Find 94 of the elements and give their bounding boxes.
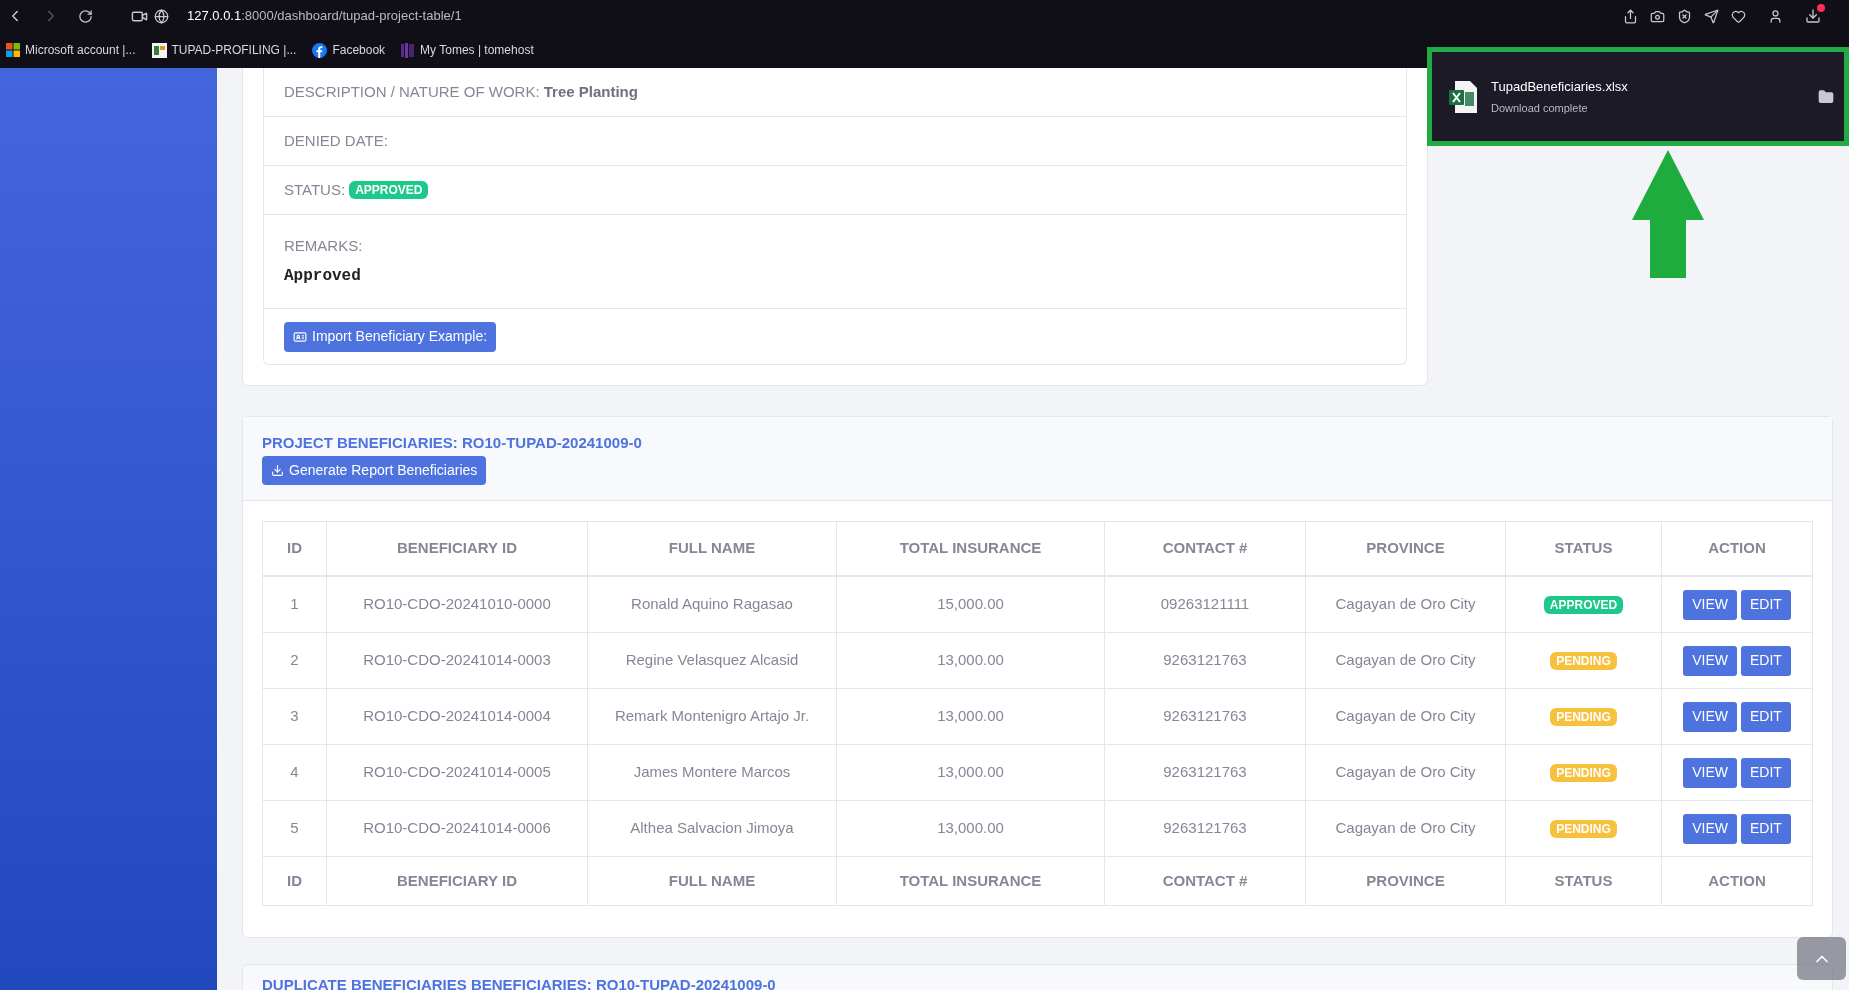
edit-button[interactable]: EDIT — [1740, 645, 1791, 676]
detail-label: REMARKS: — [284, 236, 364, 257]
reload-icon[interactable] — [78, 8, 93, 24]
table-cell-text: Cagayan de Oro City — [1335, 650, 1476, 671]
globe-icon[interactable] — [154, 8, 169, 24]
column-header: PROVINCE — [1366, 870, 1445, 891]
id-card-icon — [293, 329, 307, 344]
send-icon[interactable] — [1704, 8, 1719, 24]
windows-icon — [6, 43, 20, 57]
table-cell-text: 9263121763 — [1163, 818, 1247, 839]
facebook-icon — [312, 42, 328, 58]
table-cell-text: Cagayan de Oro City — [1335, 594, 1476, 615]
table-cell-text: RO10-CDO-20241014-0004 — [363, 706, 551, 727]
bookmark[interactable]: My Tomes | tomehost — [401, 41, 534, 59]
site-logo-icon — [151, 42, 167, 58]
column-header: ACTION — [1708, 870, 1766, 891]
status-badge: PENDING — [1550, 763, 1617, 782]
view-button[interactable]: VIEW — [1683, 645, 1737, 676]
column-header: TOTAL INSURANCE — [899, 870, 1042, 891]
download-filename: TupadBeneficiaries.xlsx — [1491, 77, 1628, 96]
table-cell-text: 13,000.00 — [937, 706, 1004, 727]
column-header: FULL NAME — [668, 870, 756, 891]
table-cell-text: Ronald Aquino Ragasao — [631, 594, 793, 615]
table-cell-text: 9263121763 — [1163, 762, 1247, 783]
import-button[interactable]: Import Beneficiary Example: — [284, 321, 497, 352]
column-header: ID — [287, 870, 302, 891]
download-status: Download complete — [1491, 101, 1589, 116]
edit-button[interactable]: EDIT — [1740, 813, 1791, 844]
column-header: CONTACT # — [1162, 870, 1248, 891]
column-header: FULL NAME — [668, 538, 756, 559]
column-header: STATUS — [1554, 870, 1613, 891]
column-header: BENEFICIARY ID — [397, 870, 517, 891]
spreadsheet-file-icon — [1449, 80, 1477, 113]
bookmark[interactable]: Facebook — [312, 41, 386, 59]
table-cell-text: 13,000.00 — [937, 650, 1004, 671]
edit-button[interactable]: EDIT — [1740, 589, 1791, 620]
section-title: DUPLICATE BENEFICIARIES BENEFICIARIES: RO10-TUPAD-20241009-0 — [262, 976, 776, 990]
column-header: CONTACT # — [1162, 538, 1248, 559]
column-header: BENEFICIARY ID — [397, 538, 517, 559]
table-cell-text: RO10-CDO-20241014-0003 — [363, 650, 551, 671]
column-header: ACTION — [1708, 538, 1766, 559]
detail-label: STATUS: — [284, 179, 346, 200]
table-cell-text: 13,000.00 — [937, 762, 1004, 783]
column-header: TOTAL INSURANCE — [899, 538, 1042, 559]
table-cell-text: 09263121111 — [1160, 594, 1250, 615]
table-cell-text: 4 — [290, 762, 299, 783]
detail-text: DENIED DATE: — [284, 130, 389, 151]
status-badge: PENDING — [1550, 819, 1617, 838]
table-cell-text: 15,000.00 — [937, 594, 1004, 615]
table-cell-text: RO10-CDO-20241010-0000 — [363, 594, 551, 615]
heart-icon[interactable] — [1731, 8, 1746, 24]
profile-icon[interactable] — [1768, 8, 1783, 24]
download-icon — [271, 464, 284, 478]
table-cell-text: 3 — [290, 706, 299, 727]
table-cell-text: Cagayan de Oro City — [1335, 818, 1476, 839]
bookmark[interactable]: Microsoft account |... — [6, 41, 136, 59]
generate-report-button[interactable]: Generate Report Beneficiaries — [262, 456, 487, 486]
table-cell-text: 13,000.00 — [937, 818, 1004, 839]
shield-icon[interactable] — [1677, 8, 1692, 24]
share-icon[interactable] — [1623, 8, 1638, 24]
table-cell-text: James Montere Marcos — [633, 762, 791, 783]
edit-button[interactable]: EDIT — [1740, 757, 1791, 788]
table-cell-text: Remark Montenigro Artajo Jr. — [614, 706, 810, 727]
view-button[interactable]: VIEW — [1683, 757, 1737, 788]
table-cell-text: RO10-CDO-20241014-0006 — [363, 818, 551, 839]
column-header: STATUS — [1554, 538, 1613, 559]
column-header: ID — [287, 538, 302, 559]
status-badge: PENDING — [1550, 707, 1617, 726]
table-cell-text: 1 — [290, 594, 299, 615]
view-button[interactable]: VIEW — [1683, 701, 1737, 732]
download-icon — [1805, 8, 1821, 24]
table-cell-text: 5 — [290, 818, 299, 839]
bookmark[interactable]: TUPAD-PROFILING |... — [151, 41, 297, 59]
status-badge: APPROVED — [349, 181, 429, 199]
edit-button[interactable]: EDIT — [1740, 701, 1791, 732]
view-button[interactable]: VIEW — [1683, 589, 1737, 620]
camera-icon[interactable] — [1650, 8, 1665, 24]
table-cell-text: Cagayan de Oro City — [1335, 762, 1476, 783]
folder-icon[interactable] — [1818, 88, 1834, 105]
column-header: PROVINCE — [1366, 538, 1445, 559]
table-cell-text: 2 — [290, 650, 299, 671]
remarks-text: Approved — [284, 265, 362, 287]
table-cell-text: Cagayan de Oro City — [1335, 706, 1476, 727]
table-cell-text: RO10-CDO-20241014-0005 — [363, 762, 551, 783]
table-cell-text: Althea Salvacion Jimoya — [630, 818, 794, 839]
status-badge: APPROVED — [1543, 595, 1624, 614]
view-button[interactable]: VIEW — [1683, 813, 1737, 844]
status-badge: PENDING — [1550, 651, 1617, 670]
table-cell-text: Regine Velasquez Alcasid — [625, 650, 799, 671]
section-title: PROJECT BENEFICIARIES: RO10-TUPAD-20241009-0 — [262, 432, 643, 453]
detail-text: DESCRIPTION / NATURE OF WORK: Tree Planting — [284, 81, 639, 102]
address-bar[interactable]: 127.0.0.1:8000/dashboard/tupad-project-table/1 — [187, 6, 462, 26]
table-cell-text: 9263121763 — [1163, 650, 1247, 671]
table-cell-text: 9263121763 — [1163, 706, 1247, 727]
